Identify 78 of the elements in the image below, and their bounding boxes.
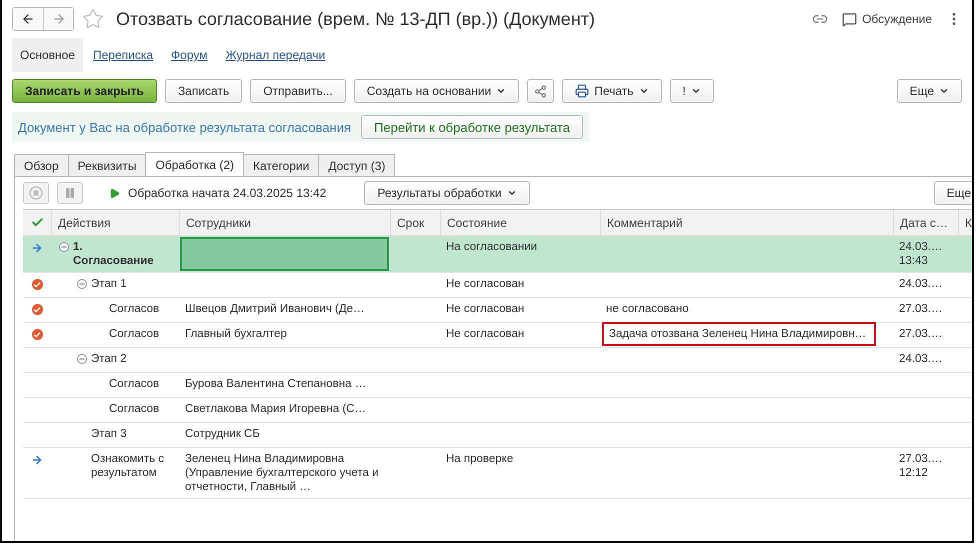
column-header[interactable]: Дата с… [893,210,958,235]
employee-text: Светлакова Мария Игоревна (С… [185,402,367,416]
share-button[interactable] [527,79,554,103]
caret-icon [506,188,517,198]
date-text: 24.03.… [899,241,942,253]
action-text: Согласов [109,402,160,416]
time-text: 12:12 [899,467,928,479]
action-text: Согласов [109,327,160,341]
state-text: Не согласован [446,303,524,315]
comment-text: Задача отозвана Зеленец Нина Владимировн… [602,322,876,346]
collapse-icon[interactable] [59,242,69,252]
date-text: 24.03.… [899,353,942,365]
column-header[interactable]: Срок [390,210,440,235]
column-header[interactable]: Сотрудники [179,210,390,235]
date-text: 27.03.… [899,328,942,340]
date-text: 27.03.… [899,453,942,465]
save-close-button[interactable]: Записать и закрыть [12,79,157,103]
time-text: 13:43 [899,255,928,267]
discussion-button[interactable]: Обсуждение [836,10,938,28]
date-text: 24.03.… [899,278,942,290]
column-header[interactable]: Состояние [440,210,600,235]
section-link[interactable]: Основное [12,38,83,72]
play-icon [109,188,120,198]
toolbar-button[interactable]: Создать на основании [354,79,520,103]
tab[interactable]: Обзор [14,154,69,176]
action-text: Этап 2 [91,352,127,366]
more-button[interactable]: Еще [934,181,972,205]
arrow-right-icon [52,12,66,26]
state-text: Не согласован [446,278,524,290]
window-title: Отозвать согласование (врем. № 13-ДП (вр.)) (Документ) [116,8,596,30]
column-header[interactable]: Комментарий [600,210,893,235]
toolbar-button[interactable]: Записать [164,79,242,103]
employee-text: Бурова Валентина Степановна … [185,377,368,391]
action-text: Ознакомить с результатом [91,452,166,480]
action-text: Этап 3 [91,427,127,441]
print-button[interactable]: Печать [562,79,662,103]
star-icon[interactable] [82,8,104,30]
section-link[interactable]: Журнал передачи [217,38,334,72]
back-button[interactable] [13,8,43,30]
speech-bubble-icon [842,12,858,26]
focused-cell[interactable] [180,237,389,271]
date-text: 27.03.… [899,303,942,315]
action-text: Согласов [109,377,160,391]
table-row[interactable]: 1. Согласование На согласовании 24.03.… 13:43 [23,236,972,273]
collapse-icon[interactable] [77,354,87,364]
tab[interactable]: Категории [243,154,320,176]
state-text: На согласовании [446,241,538,253]
employee-text: Главный бухгалтер [185,327,288,341]
stop-icon [29,186,43,200]
comment-text: не согласовано [605,302,690,317]
collapse-icon[interactable] [77,279,87,289]
column-header[interactable]: К [958,210,972,235]
results-dropdown[interactable]: Результаты обработки [364,181,530,205]
section-link[interactable]: Переписка [84,38,162,72]
table-row[interactable]: Согласов Главный бухгалтер Не согласован Задача отозвана Зеленец Нина Владимировн… 27.03.… [23,323,972,348]
action-text: 1. Согласование [73,240,155,268]
toolbar-button[interactable]: ! [670,79,714,103]
toolbar-button[interactable]: Отправить... [250,79,346,103]
column-header[interactable]: Действия [51,210,179,235]
employee-text: Сотрудник СБ [185,427,261,441]
section-link[interactable]: Форум [163,38,216,72]
pause-icon [64,187,76,199]
tab[interactable]: Реквизиты [68,154,146,176]
more-button[interactable]: Еще [896,79,962,103]
action-text: Согласов [109,302,160,316]
employee-text: Зеленец Нина Владимировна (Управление бухгалтерского учета и отчетности, Главный … [185,452,380,494]
check-icon [30,216,44,229]
state-text: На проверке [446,453,514,465]
process-result-button[interactable]: Перейти к обработке результата [361,115,583,139]
employee-text: Швецов Дмитрий Иванович (Де… [185,302,366,316]
share-icon [534,84,548,98]
notice-text: Документ у Вас на обработке результата согласования [18,120,352,134]
state-text: Не согласован [446,328,524,340]
printer-icon [575,84,590,98]
tab[interactable]: Доступ (3) [318,154,396,176]
caret-icon [939,86,949,96]
process-status: Обработка начата 24.03.2025 13:42 [128,186,326,200]
action-text: Этап 1 [91,277,127,291]
